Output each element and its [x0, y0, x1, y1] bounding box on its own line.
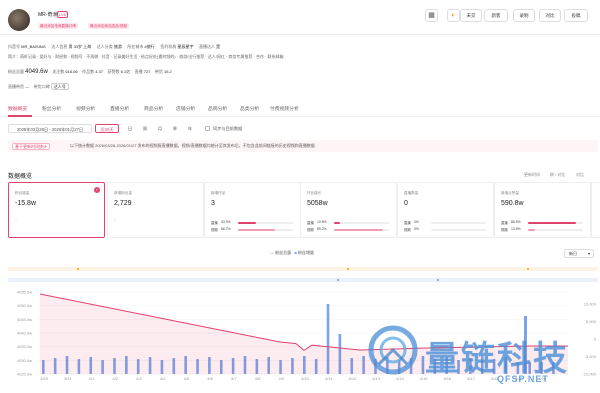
x-tick: 4/6	[207, 376, 213, 381]
preset-dropdown[interactable]: 近30天	[95, 124, 119, 133]
x-tick: 4/9	[278, 376, 284, 381]
y-tick-right: 5,000	[586, 319, 597, 324]
tab-live[interactable]: 直播分析	[110, 105, 129, 112]
y-tick-right: -10,000	[582, 372, 596, 377]
tag-1: 最近添加电商直播口碑	[38, 23, 78, 29]
update-time-link[interactable]: 更新时间	[524, 172, 540, 178]
card-new-likes[interactable]: 新增点赞量 590.8w 直播 86.5% 视频 13.5%	[494, 182, 591, 238]
watermark-logo-icon	[367, 324, 419, 376]
card-new-works[interactable]: 新增作品 3 直播 33.3% 视频 66.7%	[204, 182, 301, 238]
meta-row-2: 粉丝总量 4049.6w 关注数 616.06 作品数 4.37 获赞数 6.1…	[8, 69, 172, 75]
card-fans-increase[interactable]: 粉丝增量 ✓ -15.8w --	[8, 182, 105, 238]
event-dot	[337, 279, 339, 281]
event-dot	[347, 268, 349, 270]
y-tick-right: 10,000	[584, 302, 597, 307]
tab-bar: 数据概览 粉丝分析 视频分析 直播分析 商品分析 店铺分析 品牌分析 品类分析 …	[0, 101, 600, 117]
y-tick-left: 4045.0w	[17, 317, 32, 322]
tag-2: 最近添加商品选品/视频	[88, 23, 129, 29]
legend-total: 粉丝总量	[275, 250, 292, 255]
x-tick: 4/10	[301, 376, 310, 381]
x-tick: 4/5	[184, 376, 190, 381]
tab-shop[interactable]: 店铺分析	[176, 105, 195, 112]
tab-paid-video[interactable]: 付费视频分析	[270, 105, 299, 112]
x-tick: 4/13	[372, 376, 381, 381]
y-tick-left: 4055.0w	[17, 290, 32, 295]
notice-text: 以下统计数据 2026/03/28-2026/01/27 发布的视频报直播数据。…	[70, 143, 315, 148]
follow-button[interactable]: 新客	[484, 9, 508, 22]
chart-dropdown[interactable]: 新日 ▾	[564, 249, 594, 258]
y-tick-left: 4050.0w	[17, 303, 32, 308]
x-tick: 4/12	[349, 376, 358, 381]
header: MR-奇洲 LV6 最近添加电商直播口碑 最近添加商品选品/视频 ▦ ◐ 未交 …	[0, 0, 600, 35]
notice-bar: 基于更新时间统计 以下统计数据 2026/03/28-2026/01/27 发布…	[8, 140, 598, 152]
record-button[interactable]: 录制	[513, 9, 535, 22]
period-quarter[interactable]: 季	[169, 124, 181, 133]
card-live-count[interactable]: 直播数量 0 直播 0% 视频 0%	[397, 182, 494, 238]
overview-title: 数据概览	[8, 174, 33, 180]
notice-label: 基于更新时间统计	[12, 143, 50, 150]
card-growth[interactable]: 环比增长 5058w 直播 10.8% 视频 89.2%	[300, 182, 397, 238]
account-name: MR-奇洲	[38, 12, 58, 18]
period-year[interactable]: 年	[184, 124, 196, 133]
x-tick: 4/4	[160, 376, 166, 381]
y-tick-left: 4040.0w	[17, 331, 32, 336]
y-tick-left: 4035.0w	[17, 344, 32, 349]
selected-check-icon: ✓	[94, 187, 100, 193]
x-tick: 3/31	[64, 376, 73, 381]
x-tick: 4/14	[396, 376, 405, 381]
submit-button[interactable]: 投稿	[564, 9, 588, 22]
card-partial	[591, 182, 600, 238]
chart-legend: — 粉丝总量 ■ 粉丝增量	[270, 250, 315, 255]
compare-link[interactable]: 对比	[576, 172, 584, 178]
tab-overview[interactable]: 数据概览	[8, 105, 27, 112]
sync-checkbox[interactable]	[205, 126, 210, 131]
legend-increase: 粉丝增量	[298, 250, 315, 255]
period-month[interactable]: 月	[154, 124, 166, 133]
event-band-2	[8, 278, 598, 282]
bio: 简介：萌虾记录 · 爱好与 · 财经和 · 视频号 · 不再做 · 抖音 · 记…	[8, 54, 284, 59]
x-tick: 3/29	[40, 376, 49, 381]
event-band-1	[8, 267, 598, 271]
sync-checkbox-label: 同步与目前数据	[213, 126, 243, 131]
y-tick-left: 4030.0w	[17, 358, 32, 363]
x-tick: 4/3	[136, 376, 142, 381]
tab-video[interactable]: 视频分析	[76, 105, 95, 112]
watermark-url: QFSP.NET	[497, 374, 549, 384]
x-tick: 4/11	[325, 376, 333, 381]
compare-button[interactable]: 对比	[539, 9, 561, 22]
period-day[interactable]: 日	[124, 124, 136, 133]
refresh-link[interactable]: 刷 / 对比	[550, 172, 565, 178]
tab-brand[interactable]: 品牌分析	[208, 105, 227, 112]
x-tick: 4/1	[89, 376, 95, 381]
tab-category[interactable]: 品类分析	[240, 105, 259, 112]
watermark-cn: 量链科技	[425, 340, 569, 378]
date-range-picker[interactable]: 2025年03月28日 - 2026年01月27日	[8, 124, 92, 133]
meta-row-3: 直播带货 — 带货口碑 达人号	[8, 83, 69, 90]
y-tick-right: 0	[594, 337, 597, 342]
level-badge: LV6	[57, 11, 68, 18]
active-tab-indicator	[8, 115, 32, 117]
status-button[interactable]: 未交	[460, 9, 482, 22]
account-type-badge: 达人号	[50, 83, 69, 90]
event-dot	[437, 279, 439, 281]
moon-icon[interactable]: ◐	[447, 9, 460, 22]
tab-fans[interactable]: 粉丝分析	[42, 105, 61, 112]
x-tick: 4/8	[255, 376, 261, 381]
avatar[interactable]	[8, 9, 30, 31]
y-tick-right: -5,000	[585, 354, 597, 359]
event-dot	[527, 268, 529, 270]
event-dot	[77, 268, 79, 270]
y-tick-left: 4025.0w	[17, 372, 32, 377]
card-new-fans[interactable]: 新增粉丝量 2,729 --	[107, 182, 204, 238]
x-tick: 4/7	[231, 376, 237, 381]
meta-row-1: 抖音号 MR_BAISING 达人信息 男 33岁 上海 达人分类 旅游 所在城…	[8, 44, 221, 49]
tab-product[interactable]: 商品分析	[144, 105, 163, 112]
x-tick: 4/2	[112, 376, 118, 381]
period-week[interactable]: 周	[139, 124, 151, 133]
grid-icon[interactable]: ▦	[425, 9, 438, 22]
